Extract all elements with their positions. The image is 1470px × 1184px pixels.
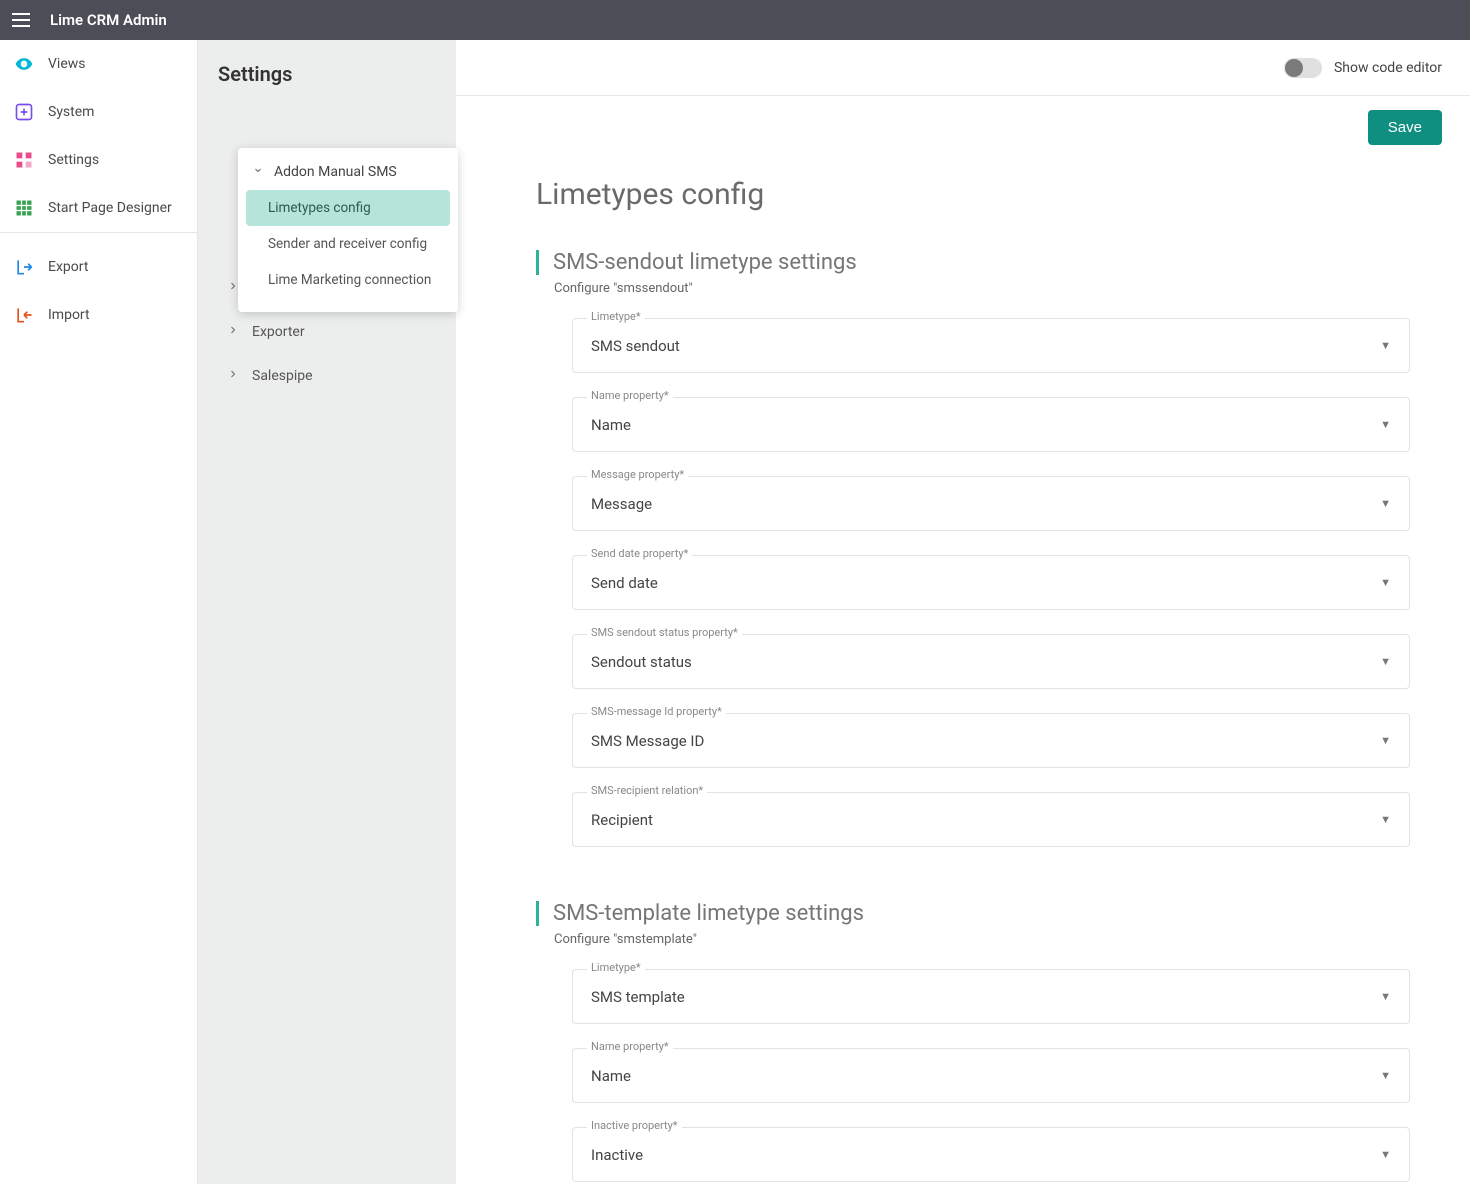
field-label: Send date property* [587, 547, 692, 560]
settings-group-exporter[interactable]: Exporter [202, 310, 452, 354]
chevron-down-icon: ▼ [1380, 1069, 1391, 1082]
field-label: Inactive property* [587, 1119, 682, 1132]
section-title: SMS-template limetype settings [536, 901, 1410, 926]
field-label: Limetype* [587, 961, 645, 974]
nav-item-system[interactable]: System [0, 88, 197, 136]
field-value: Name [591, 1067, 1380, 1085]
grid-icon [14, 198, 34, 218]
settings-submenu-sender-and-receiver-config[interactable]: Sender and receiver config [246, 226, 450, 262]
settings-group-label: Addon Manual SMS [274, 164, 397, 180]
toggle-knob [1285, 59, 1303, 77]
field-value: Recipient [591, 811, 1380, 829]
settings-group-label: Salespipe [252, 368, 313, 384]
nav-item-label: Import [48, 307, 90, 323]
field-value: SMS sendout [591, 337, 1380, 355]
nav-item-import[interactable]: Import [0, 291, 197, 339]
chevron-right-icon [226, 368, 240, 384]
select-field-sms-recipient-relation[interactable]: SMS-recipient relation*Recipient▼ [572, 792, 1410, 847]
section-subtitle: Configure "smstemplate" [536, 932, 1410, 947]
export-icon [14, 257, 34, 277]
field-label: Name property* [587, 1040, 673, 1053]
section-title: SMS-sendout limetype settings [536, 250, 1410, 275]
select-field-name-property[interactable]: Name property*Name▼ [572, 397, 1410, 452]
primary-nav: Views System Settings Start Page Designer E… [0, 40, 198, 1184]
select-field-sms-sendout-status-property[interactable]: SMS sendout status property*Sendout stat… [572, 634, 1410, 689]
select-field-message-property[interactable]: Message property*Message▼ [572, 476, 1410, 531]
field-value: Inactive [591, 1146, 1380, 1164]
settings-header: Settings [198, 40, 456, 106]
eye-icon [14, 54, 34, 74]
select-field-limetype[interactable]: Limetype*SMS sendout▼ [572, 318, 1410, 373]
chevron-down-icon: ▼ [1380, 1148, 1391, 1161]
nav-item-settings[interactable]: Settings [0, 136, 197, 184]
field-label: Limetype* [587, 310, 645, 323]
nav-item-start-page-designer[interactable]: Start Page Designer [0, 184, 197, 232]
field-label: SMS-recipient relation* [587, 784, 707, 797]
settings-submenu-card: Addon Manual SMS Limetypes configSender … [238, 148, 458, 312]
field-label: Name property* [587, 389, 673, 402]
field-value: Sendout status [591, 653, 1380, 671]
field-value: SMS Message ID [591, 732, 1380, 750]
chevron-down-icon: ▼ [1380, 497, 1391, 510]
settings-submenu-lime-marketing-connection[interactable]: Lime Marketing connection [246, 262, 450, 298]
nav-item-label: Settings [48, 152, 99, 168]
app-title: Lime CRM Admin [50, 11, 167, 29]
nav-item-label: System [48, 104, 94, 120]
chevron-down-icon: ▼ [1380, 418, 1391, 431]
chevron-right-icon [226, 324, 240, 340]
chevron-down-icon: ▼ [1380, 990, 1391, 1003]
field-value: SMS template [591, 988, 1380, 1006]
field-label: SMS sendout status property* [587, 626, 742, 639]
system-icon [14, 102, 34, 122]
nav-item-label: Start Page Designer [48, 200, 172, 216]
show-code-editor-label: Show code editor [1334, 60, 1442, 76]
select-field-send-date-property[interactable]: Send date property*Send date▼ [572, 555, 1410, 610]
field-value: Message [591, 495, 1380, 513]
section-subtitle: Configure "smssendout" [536, 281, 1410, 296]
topbar: Lime CRM Admin [0, 0, 1470, 40]
main-top-strip: Show code editor [456, 40, 1470, 96]
main-content: Show code editor Save Limetypes config S… [456, 40, 1470, 1184]
settings-group-salespipe[interactable]: Salespipe [202, 354, 452, 398]
select-field-name-property[interactable]: Name property*Name▼ [572, 1048, 1410, 1103]
chevron-down-icon [252, 164, 264, 180]
select-field-sms-message-id-property[interactable]: SMS-message Id property*SMS Message ID▼ [572, 713, 1410, 768]
select-field-limetype[interactable]: Limetype*SMS template▼ [572, 969, 1410, 1024]
field-label: SMS-message Id property* [587, 705, 726, 718]
hamburger-menu-icon[interactable] [12, 8, 36, 32]
settings-sidebar: Settings Addon Manual SMS Limetypes conf… [198, 40, 456, 1184]
chevron-down-icon: ▼ [1380, 339, 1391, 352]
widgets-icon [14, 150, 34, 170]
chevron-down-icon: ▼ [1380, 734, 1391, 747]
import-icon [14, 305, 34, 325]
field-value: Send date [591, 574, 1380, 592]
field-value: Name [591, 416, 1380, 434]
nav-item-export[interactable]: Export [0, 243, 197, 291]
page-title: Limetypes config [536, 177, 1410, 212]
chevron-down-icon: ▼ [1380, 813, 1391, 826]
nav-item-label: Views [48, 56, 86, 72]
show-code-editor-toggle[interactable] [1284, 58, 1322, 78]
nav-item-views[interactable]: Views [0, 40, 197, 88]
chevron-down-icon: ▼ [1380, 655, 1391, 668]
select-field-inactive-property[interactable]: Inactive property*Inactive▼ [572, 1127, 1410, 1182]
field-label: Message property* [587, 468, 688, 481]
save-button[interactable]: Save [1368, 110, 1442, 145]
nav-item-label: Export [48, 259, 88, 275]
chevron-down-icon: ▼ [1380, 576, 1391, 589]
settings-submenu-limetypes-config[interactable]: Limetypes config [246, 190, 450, 226]
settings-group-addon-manual-sms[interactable]: Addon Manual SMS [238, 158, 458, 190]
settings-group-label: Exporter [252, 324, 305, 340]
